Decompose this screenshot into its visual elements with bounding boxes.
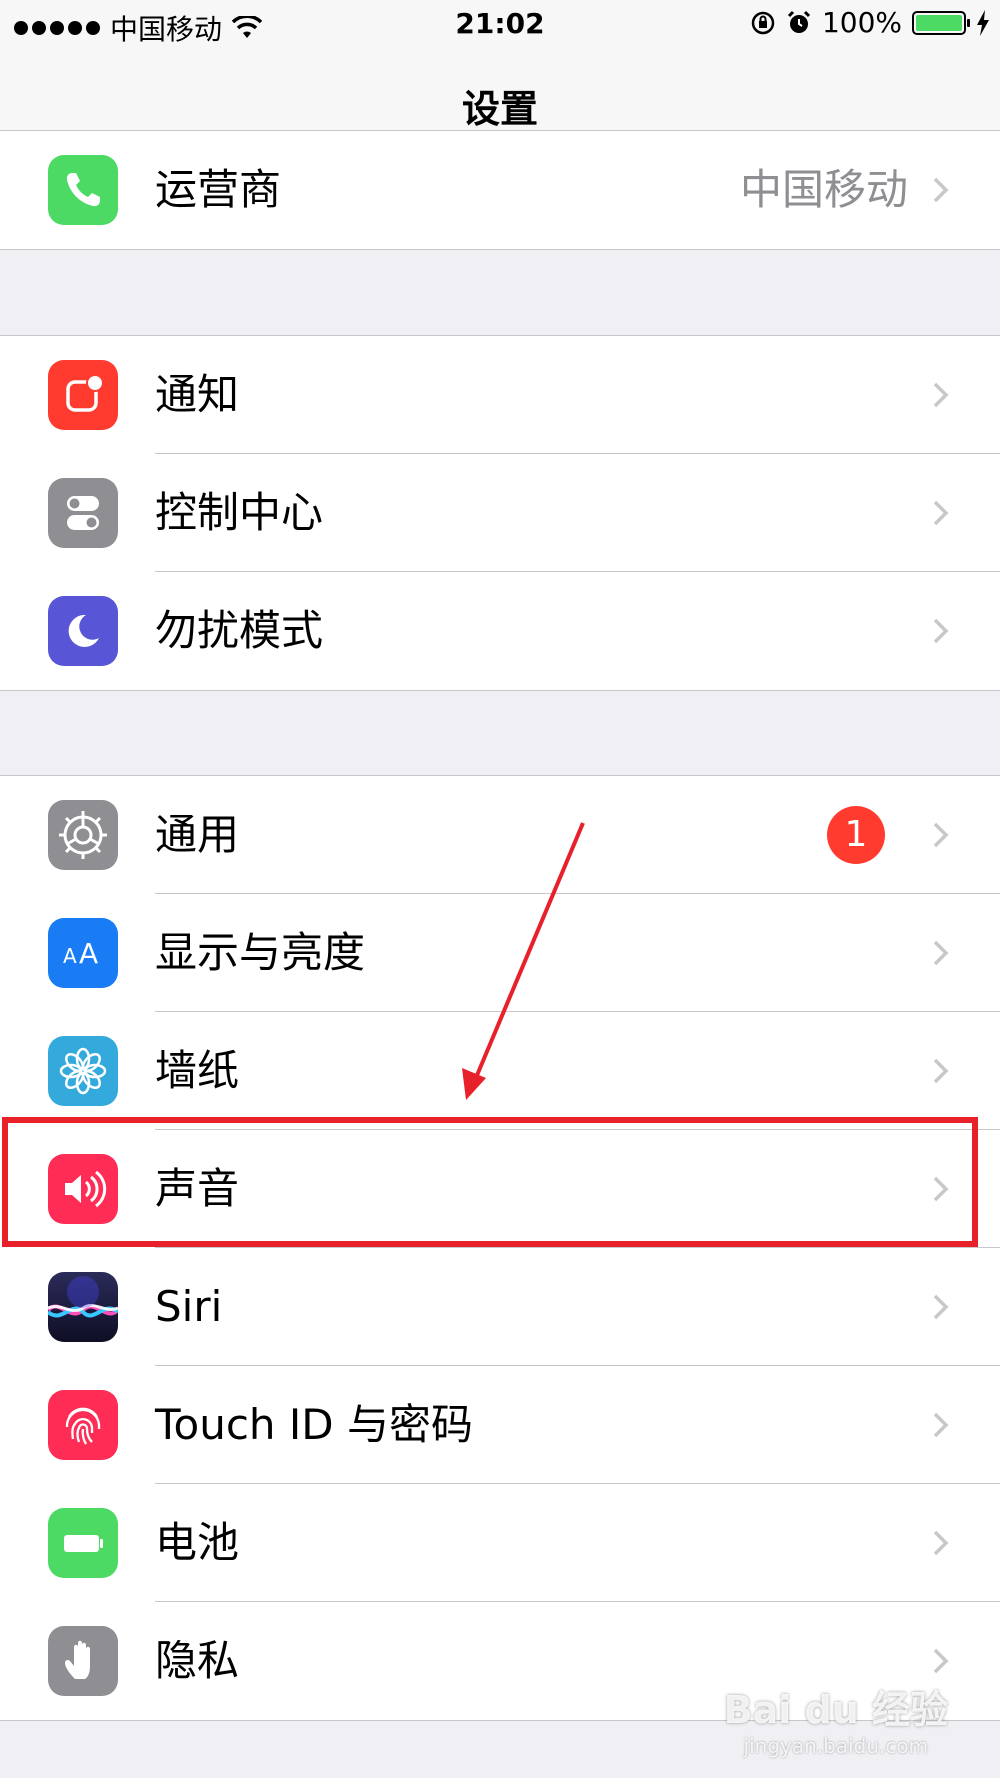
display-icon: A A (48, 918, 118, 988)
watermark-sub: jingyan.baidu.com (743, 1734, 929, 1758)
settings-row-general[interactable]: 通用 1 (0, 776, 1000, 894)
settings-group-carrier: 运营商 中国移动 (0, 130, 1000, 250)
row-label: 控制中心 (155, 488, 324, 537)
battery-indicator (912, 10, 970, 35)
orientation-lock-icon (751, 11, 775, 34)
chevron-right-icon (933, 1530, 949, 1556)
notifications-icon (48, 360, 118, 430)
svg-text:A: A (63, 944, 77, 968)
wallpaper-icon (48, 1036, 118, 1106)
chevron-right-icon (933, 177, 949, 203)
battery-fill (916, 14, 962, 31)
siri-icon (48, 1272, 118, 1342)
row-label: 隐私 (155, 1636, 240, 1685)
fingerprint-icon (48, 1390, 118, 1460)
chevron-right-icon (933, 618, 949, 644)
settings-row-wallpaper[interactable]: 墙纸 (0, 1012, 1000, 1130)
settings-screen: 中国移动 21:02 100% 设置 运营商 中国移动 通知 控制中心 勿扰模式… (0, 0, 1000, 1778)
settings-row-siri[interactable]: Siri (0, 1248, 1000, 1366)
page-title: 设置 (461, 87, 538, 131)
baidu-watermark: Bai du 经验 jingyan.baidu.com (724, 1679, 948, 1758)
chevron-right-icon (933, 1648, 949, 1674)
update-count-badge: 1 (827, 806, 885, 864)
alarm-icon (787, 10, 810, 33)
svg-text:A: A (79, 937, 98, 970)
settings-row-touch-id[interactable]: Touch ID 与密码 (0, 1366, 1000, 1484)
gear-icon (48, 800, 118, 870)
row-label: 运营商 (155, 165, 282, 214)
moon-icon (48, 596, 118, 666)
row-label: 通用 (155, 810, 240, 859)
chevron-right-icon (933, 822, 949, 848)
chevron-right-icon (933, 1294, 949, 1320)
charging-bolt-icon (977, 9, 989, 36)
settings-group-system: 通知 控制中心 勿扰模式 (0, 335, 1000, 691)
settings-row-battery[interactable]: 电池 (0, 1484, 1000, 1602)
chevron-right-icon (933, 940, 949, 966)
settings-row-do-not-disturb[interactable]: 勿扰模式 (0, 572, 1000, 690)
row-label: Siri (155, 1282, 223, 1331)
chevron-right-icon (933, 500, 949, 526)
control-center-icon (48, 478, 118, 548)
hand-icon (48, 1626, 118, 1696)
row-label: Touch ID 与密码 (155, 1400, 473, 1449)
settings-row-display[interactable]: A A 显示与亮度 (0, 894, 1000, 1012)
battery-icon (48, 1508, 118, 1578)
phone-icon (48, 155, 118, 225)
battery-percent: 100% (821, 6, 902, 39)
row-label: 电池 (155, 1518, 240, 1567)
status-right: 100% (750, 6, 990, 39)
settings-row-carrier[interactable]: 运营商 中国移动 (0, 131, 1000, 249)
row-label: 墙纸 (155, 1046, 240, 1095)
row-label: 显示与亮度 (155, 928, 366, 977)
row-label: 勿扰模式 (155, 606, 324, 655)
row-label: 通知 (155, 370, 240, 419)
row-detail: 中国移动 (739, 165, 908, 214)
watermark-main: Bai du 经验 (723, 1688, 948, 1732)
chevron-right-icon (933, 382, 949, 408)
settings-group-general: 通用 1 A A 显示与亮度 墙纸 声音 Siri Touch ID 与密码 电… (0, 775, 1000, 1721)
chevron-right-icon (933, 1058, 949, 1084)
sounds-highlight-box (2, 1117, 978, 1247)
chevron-right-icon (933, 1412, 949, 1438)
status-bar: 中国移动 21:02 100% (0, 0, 1000, 48)
settings-row-notifications[interactable]: 通知 (0, 336, 1000, 454)
settings-row-control-center[interactable]: 控制中心 (0, 454, 1000, 572)
